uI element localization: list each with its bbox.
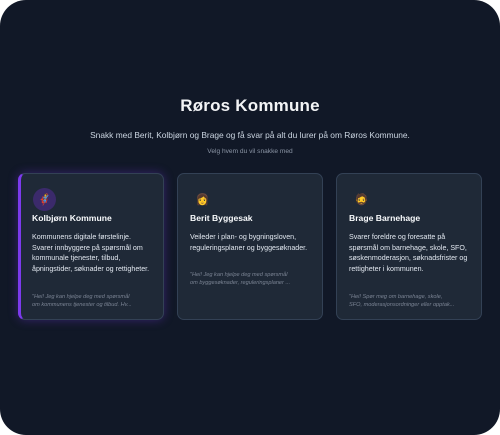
- assistant-greeting: "Hei! Spør meg om barnehage, skole, SFO,…: [349, 294, 455, 309]
- selection-hint: Velg hvem du vil snakke med: [207, 148, 293, 155]
- assistant-name: Brage Barnehage: [349, 213, 421, 223]
- superhero-icon: 🦸: [33, 188, 56, 211]
- bearded-man-icon: 🧔: [354, 194, 369, 206]
- assistant-description: Svarer foreldre og foresatte på spørsmål…: [349, 233, 468, 273]
- assistant-name: Kolbjørn Kommune: [32, 213, 112, 223]
- assistant-card-brage[interactable]: 🧔 Brage Barnehage Svarer foreldre og for…: [336, 173, 482, 320]
- assistant-card-kolbjorn[interactable]: 🦸 Kolbjørn Kommune Kommunens digitale fø…: [18, 173, 164, 320]
- assistant-card-berit[interactable]: 👩 Berit Byggesak Veileder i plan- og byg…: [177, 173, 323, 320]
- assistant-description: Veileder i plan- og bygningsloven, regul…: [190, 233, 308, 252]
- assistant-greeting: "Hei! Jeg kan hjelpe deg med spørsmål om…: [32, 294, 132, 309]
- assistant-description: Kommunens digitale førstelinje. Svarer i…: [32, 233, 150, 273]
- app-window: Røros Kommune Snakk med Berit, Kolbjørn …: [0, 0, 500, 435]
- assistant-greeting: "Hei! Jeg kan hjelpe deg med spørsmål om…: [190, 272, 291, 287]
- assistant-name: Berit Byggesak: [190, 213, 253, 223]
- page-title: Røros Kommune: [180, 96, 320, 115]
- page-subtitle: Snakk med Berit, Kolbjørn og Brage og få…: [90, 130, 410, 140]
- woman-icon: 👩: [195, 194, 210, 206]
